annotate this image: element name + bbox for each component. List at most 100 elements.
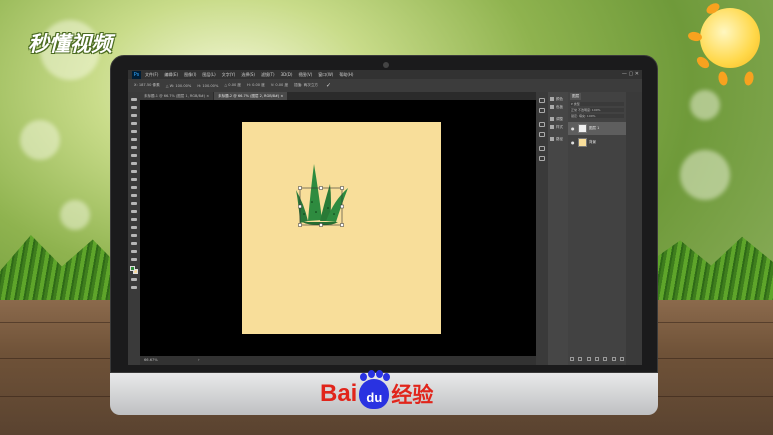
option-x[interactable]: X: 187.50 像素 <box>134 83 160 88</box>
option-width[interactable]: △ W: 100.00% <box>166 84 192 88</box>
swatches-panel-icon[interactable] <box>550 105 554 109</box>
canvas-area[interactable] <box>140 100 536 356</box>
menu-window[interactable]: 窗口(W) <box>318 72 333 78</box>
panel-label-styles[interactable]: 样式 <box>556 125 563 130</box>
paw-toe <box>368 370 376 378</box>
panel-label-swatches[interactable]: 色板 <box>556 105 563 110</box>
brush-panel-icon[interactable] <box>539 146 545 151</box>
menu-3d[interactable]: 3D(D) <box>281 72 293 77</box>
blend-mode-opacity[interactable]: 正常 不透明度: 100% <box>570 108 624 112</box>
commit-transform-icon[interactable]: ✓ <box>326 82 331 89</box>
blur-tool-icon[interactable] <box>131 194 137 197</box>
document-canvas[interactable] <box>242 122 441 334</box>
panel-label-color[interactable]: 颜色 <box>556 97 563 102</box>
adjustment-layer-icon[interactable] <box>594 357 599 361</box>
clone-source-panel-icon[interactable] <box>539 156 545 161</box>
dodge-tool-icon[interactable] <box>131 202 137 205</box>
option-height[interactable]: H: 100.00% <box>197 84 218 88</box>
brush-tool-icon[interactable] <box>131 154 137 157</box>
stamp-tool-icon[interactable] <box>131 162 137 165</box>
sun-ray <box>743 70 755 87</box>
option-skew-h[interactable]: H: 0.00 度 <box>247 83 265 88</box>
menu-file[interactable]: 文件(F) <box>145 72 158 78</box>
baidu-paw-icon: du <box>359 370 391 409</box>
sun-ray <box>717 70 729 87</box>
pen-tool-icon[interactable] <box>131 210 137 213</box>
link-layers-icon[interactable] <box>570 357 574 361</box>
delete-layer-icon[interactable] <box>619 357 624 361</box>
menu-layer[interactable]: 图层(L) <box>202 72 215 78</box>
layer-thumbnail <box>578 124 587 133</box>
menu-view[interactable]: 视图(V) <box>298 72 312 78</box>
lasso-tool-icon[interactable] <box>131 114 137 117</box>
color-panel-icon[interactable] <box>550 97 554 101</box>
history-brush-tool-icon[interactable] <box>131 170 137 173</box>
option-interpolation[interactable]: 插值: 两次立方 <box>294 83 318 88</box>
baidu-jingyan-logo: Bai du 经验 <box>320 370 433 412</box>
marquee-tool-icon[interactable] <box>131 106 137 109</box>
status-menu-arrow[interactable]: › <box>198 357 200 362</box>
layer-style-icon[interactable] <box>578 357 583 361</box>
layer-mask-icon[interactable] <box>586 357 591 361</box>
quick-select-tool-icon[interactable] <box>131 122 137 125</box>
layer-row[interactable]: ● 图层 1 <box>568 122 626 135</box>
photoshop-window: Ps 文件(F) 编辑(E) 图像(I) 图层(L) 文字(Y) 选择(S) 滤… <box>128 70 642 365</box>
photoshop-app-icon: Ps <box>132 70 141 79</box>
actions-panel-icon[interactable] <box>539 108 545 113</box>
path-select-tool-icon[interactable] <box>131 226 137 229</box>
eye-icon[interactable]: ● <box>571 140 576 145</box>
status-zoom[interactable]: 66.67% <box>144 358 158 362</box>
screen-mode-icon[interactable] <box>131 286 137 289</box>
layer-filter-kind[interactable]: P 类型 <box>570 102 624 106</box>
paragraph-panel-icon[interactable] <box>539 132 545 137</box>
bokeh-light <box>680 150 730 200</box>
tab-layers[interactable]: 图层 <box>570 93 582 100</box>
quick-mask-icon[interactable] <box>131 278 137 281</box>
move-tool-icon[interactable] <box>131 98 137 101</box>
document-tabs: 未标题-1 @ 66.7% (图层 1, RGB/8#) × 未标题-2 @ 6… <box>140 92 536 100</box>
shape-tool-icon[interactable] <box>131 234 137 237</box>
history-panel-icon[interactable] <box>539 98 545 103</box>
crop-tool-icon[interactable] <box>131 130 137 133</box>
new-layer-icon[interactable] <box>611 357 616 361</box>
menu-filter[interactable]: 滤镜(T) <box>261 72 275 78</box>
paths-panel-icon[interactable] <box>550 137 554 141</box>
menu-help[interactable]: 帮助(H) <box>339 72 353 78</box>
grass-shape[interactable] <box>296 164 348 226</box>
character-panel-icon[interactable] <box>539 122 545 127</box>
layer-row[interactable]: ● 背景 <box>568 136 626 149</box>
styles-panel-icon[interactable] <box>550 125 554 129</box>
layer-name: 图层 1 <box>589 126 600 130</box>
menu-type[interactable]: 文字(Y) <box>222 72 236 78</box>
hand-tool-icon[interactable] <box>131 242 137 245</box>
adjustments-panel-icon[interactable] <box>550 117 554 121</box>
paw-toe <box>360 373 368 381</box>
menu-image[interactable]: 图像(I) <box>184 72 196 78</box>
tab-document-1[interactable]: 未标题-1 @ 66.7% (图层 1, RGB/8#) × <box>140 92 214 100</box>
menu-edit[interactable]: 编辑(E) <box>164 72 178 78</box>
option-rotate[interactable]: △ 0.00 度 <box>224 83 241 88</box>
eyedropper-tool-icon[interactable] <box>131 138 137 141</box>
window-controls[interactable]: — ▢ ✕ <box>622 71 639 77</box>
menu-select[interactable]: 选择(S) <box>241 72 255 78</box>
panel-label-adjustments[interactable]: 调整 <box>556 117 563 122</box>
type-tool-icon[interactable] <box>131 218 137 221</box>
tools-panel <box>128 92 140 365</box>
panel-icon-strip <box>536 92 548 365</box>
group-icon[interactable] <box>603 357 608 361</box>
zoom-tool-icon[interactable] <box>131 250 137 253</box>
monitor: Ps 文件(F) 编辑(E) 图像(I) 图层(L) 文字(Y) 选择(S) 滤… <box>110 55 658 415</box>
grass-artwork[interactable] <box>242 122 441 334</box>
healing-tool-icon[interactable] <box>131 146 137 149</box>
eraser-tool-icon[interactable] <box>131 178 137 181</box>
scene: 秒懂视频 Ps 文件(F) 编辑(E) 图像(I) 图层(L) 文字(Y) 选择… <box>0 0 773 435</box>
gradient-tool-icon[interactable] <box>131 186 137 189</box>
more-tools-icon[interactable] <box>131 258 137 261</box>
paw-toe <box>383 373 391 381</box>
option-skew-v[interactable]: V: 0.00 度 <box>271 83 288 88</box>
eye-icon[interactable]: ● <box>571 126 576 131</box>
lock-fill[interactable]: 锁定: 填充: 100% <box>570 114 624 118</box>
panel-label-paths[interactable]: 路径 <box>556 137 563 142</box>
tab-document-2[interactable]: 未标题-2 @ 66.7% (图层 2, RGB/8#) × <box>214 92 288 100</box>
foreground-color-swatch[interactable] <box>130 266 135 271</box>
